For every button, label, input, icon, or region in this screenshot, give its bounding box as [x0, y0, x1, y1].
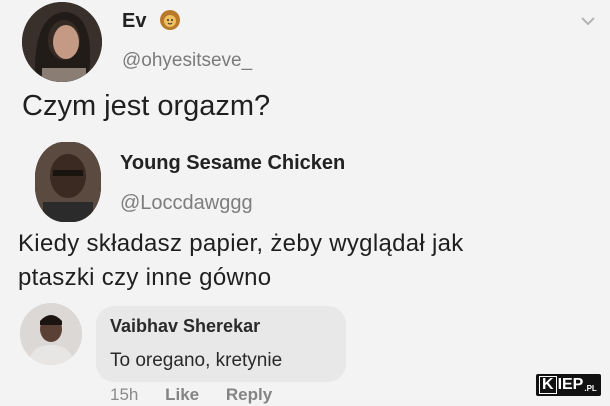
reply-button[interactable]: Reply [226, 385, 272, 404]
comment-meta: 15h Like Reply [110, 385, 294, 405]
watermark-suffix: .PL [584, 384, 597, 393]
comment-text: To oregano, kretynie [110, 350, 283, 371]
like-button[interactable]: Like [165, 385, 199, 404]
avatar-ysc-image [35, 142, 101, 222]
avatar-young-sesame-chicken[interactable] [35, 142, 101, 222]
avatar-ev-image [22, 2, 102, 82]
avatar-vaibhav-image [20, 303, 82, 365]
watermark-k: K [539, 376, 557, 394]
tweet2-handle[interactable]: @Loccdawggg [120, 192, 253, 215]
watermark-text: IEP [557, 376, 584, 393]
tweet1-author-name[interactable]: Ev [122, 10, 146, 33]
tweet2-author-name[interactable]: Young Sesame Chicken [120, 152, 345, 175]
tweet2-text-line2: ptaszki czy inne gówno [18, 264, 272, 291]
comment-author-name[interactable]: Vaibhav Sherekar [110, 316, 260, 337]
avatar-ev[interactable] [22, 2, 102, 82]
comment-timestamp[interactable]: 15h [110, 385, 138, 404]
chevron-down-icon[interactable] [580, 14, 596, 26]
kiep-watermark-logo: K IEP .PL [536, 374, 601, 396]
lion-emoji-icon [159, 9, 181, 31]
tweet2-text-line1: Kiedy składasz papier, żeby wyglądał jak [18, 230, 464, 257]
avatar-vaibhav[interactable] [20, 303, 82, 365]
tweet1-text: Czym jest orgazm? [22, 90, 271, 122]
tweet1-handle[interactable]: @ohyesitseve_ [122, 50, 252, 72]
